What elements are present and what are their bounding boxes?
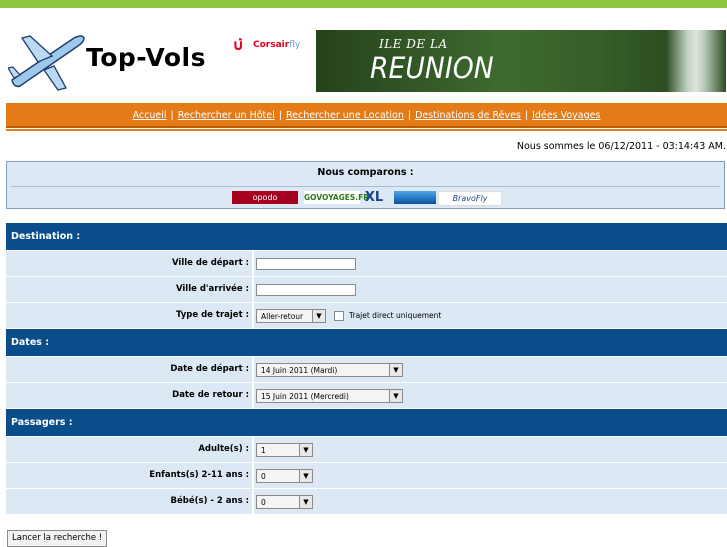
promo-banner[interactable]: ∪̇ Corsairfly ILE DE LA REUNION bbox=[226, 30, 726, 92]
enfants-select[interactable]: 0 ▼ bbox=[256, 468, 313, 483]
chevron-down-icon: ▼ bbox=[312, 309, 325, 322]
date-depart-select[interactable]: 14 Juin 2011 (Mardi) ▼ bbox=[256, 362, 403, 377]
form-row: Adulte(s) : 1 ▼ bbox=[6, 437, 727, 462]
ville-depart-input[interactable] bbox=[256, 257, 356, 270]
form-value bbox=[254, 251, 727, 276]
nav-idees[interactable]: Idées Voyages bbox=[532, 103, 600, 128]
chevron-down-icon: ▼ bbox=[299, 469, 312, 482]
xl-logo[interactable]: XL bbox=[362, 191, 386, 204]
form-value: 15 Juin 2011 (Mercredi) ▼ bbox=[254, 383, 727, 408]
top-accent-bar bbox=[0, 0, 727, 8]
airplane-icon bbox=[8, 35, 85, 91]
section-dates: Dates : bbox=[6, 329, 727, 356]
compare-title: Nous comparons : bbox=[317, 167, 414, 178]
nav-hotel[interactable]: Rechercher un Hôtel bbox=[178, 103, 275, 128]
form-row: Date de départ : 14 Juin 2011 (Mardi) ▼ bbox=[6, 357, 727, 382]
search-form: Destination : Ville de départ : Ville d'… bbox=[6, 223, 727, 515]
form-value bbox=[254, 277, 727, 302]
opodo-logo[interactable]: opodo bbox=[232, 191, 298, 204]
form-row: Date de retour : 15 Juin 2011 (Mercredi)… bbox=[6, 383, 727, 408]
divider bbox=[11, 186, 720, 187]
waterfall-image bbox=[666, 30, 726, 92]
form-value: Aller-retour ▼ Trajet direct uniquement bbox=[254, 303, 727, 328]
type-trajet-label: Type de trajet : bbox=[6, 303, 252, 328]
current-date: Nous sommes le 06/12/2011 - 03:14:43 AM. bbox=[516, 141, 726, 152]
nav-underline bbox=[6, 129, 727, 131]
form-row: Ville de départ : bbox=[6, 251, 727, 276]
bravofly-logo[interactable]: BravoFly bbox=[438, 191, 502, 206]
trajet-direct-label: Trajet direct uniquement bbox=[349, 311, 442, 320]
tui-block: ∪̇ Corsairfly bbox=[226, 30, 316, 92]
bebes-value: 0 bbox=[261, 497, 266, 507]
bebes-label: Bébé(s) - 2 ans : bbox=[6, 489, 252, 514]
chevron-down-icon: ▼ bbox=[299, 495, 312, 508]
form-value: 0 ▼ bbox=[254, 463, 727, 488]
logo-text: Top-Vols bbox=[86, 43, 206, 72]
section-passagers: Passagers : bbox=[6, 409, 727, 436]
date-retour-label: Date de retour : bbox=[6, 383, 252, 408]
form-value: 14 Juin 2011 (Mardi) ▼ bbox=[254, 357, 727, 382]
bebes-select[interactable]: 0 ▼ bbox=[256, 494, 313, 509]
form-row: Type de trajet : Aller-retour ▼ Trajet di… bbox=[6, 303, 727, 328]
nav-separator: | bbox=[170, 110, 174, 121]
blue-partner-logo[interactable] bbox=[394, 191, 436, 204]
chevron-down-icon: ▼ bbox=[389, 389, 402, 402]
form-value: 0 ▼ bbox=[254, 489, 727, 514]
nav-separator: | bbox=[407, 110, 412, 121]
adultes-value: 1 bbox=[261, 445, 266, 455]
nav-destinations[interactable]: Destinations de Rêves bbox=[415, 103, 521, 128]
nav-separator: | bbox=[278, 110, 282, 121]
ville-arrivee-input[interactable] bbox=[256, 283, 356, 296]
corsair-logo: Corsairfly bbox=[253, 40, 301, 50]
ville-depart-label: Ville de départ : bbox=[6, 251, 252, 276]
date-retour-value: 15 Juin 2011 (Mercredi) bbox=[261, 391, 349, 401]
form-row: Ville d'arrivée : bbox=[6, 277, 727, 302]
search-submit-button[interactable]: Lancer la recherche ! bbox=[7, 530, 108, 547]
site-logo[interactable]: Top-Vols bbox=[8, 30, 226, 92]
nav-location[interactable]: Rechercher une Location bbox=[286, 103, 404, 128]
enfants-label: Enfants(s) 2-11 ans : bbox=[6, 463, 252, 488]
nav-accueil[interactable]: Accueil bbox=[133, 103, 167, 128]
chevron-down-icon: ▼ bbox=[389, 363, 402, 376]
compare-box: Nous comparons : opodo GOVOYAGES.FR XL B… bbox=[6, 161, 725, 209]
form-row: Enfants(s) 2-11 ans : 0 ▼ bbox=[6, 463, 727, 488]
date-depart-label: Date de départ : bbox=[6, 357, 252, 382]
type-trajet-value: Aller-retour bbox=[261, 311, 304, 321]
section-destination: Destination : bbox=[6, 223, 727, 250]
adultes-label: Adulte(s) : bbox=[6, 437, 252, 462]
nav-separator: | bbox=[524, 110, 529, 121]
date-retour-select[interactable]: 15 Juin 2011 (Mercredi) ▼ bbox=[256, 388, 403, 403]
form-value: 1 ▼ bbox=[254, 437, 727, 462]
banner-line1: ILE DE LA bbox=[379, 37, 448, 51]
chevron-down-icon: ▼ bbox=[299, 443, 312, 456]
tui-smile-icon: ∪̇ bbox=[232, 36, 245, 54]
enfants-value: 0 bbox=[261, 471, 266, 481]
banner-line2: REUNION bbox=[370, 51, 494, 85]
trajet-direct-checkbox[interactable] bbox=[334, 310, 344, 321]
type-trajet-select[interactable]: Aller-retour ▼ bbox=[256, 308, 326, 323]
govoyages-logo[interactable]: GOVOYAGES.FR bbox=[304, 191, 369, 204]
date-depart-value: 14 Juin 2011 (Mardi) bbox=[261, 365, 338, 375]
adultes-select[interactable]: 1 ▼ bbox=[256, 442, 313, 457]
form-row: Bébé(s) - 2 ans : 0 ▼ bbox=[6, 489, 727, 514]
ville-arrivee-label: Ville d'arrivée : bbox=[6, 277, 252, 302]
main-nav: Accueil | Rechercher un Hôtel | Rechercher u… bbox=[6, 103, 727, 128]
